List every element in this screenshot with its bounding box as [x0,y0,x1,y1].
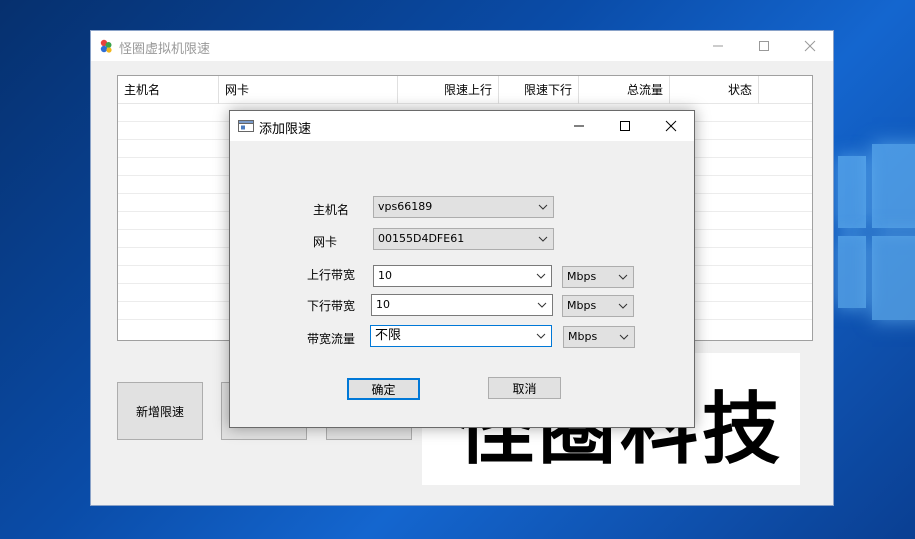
chevron-down-icon [538,236,548,242]
column-header-hostname[interactable]: 主机名 [118,76,219,104]
upload-bandwidth-label: 上行带宽 [307,268,356,282]
dialog-titlebar[interactable]: 添加限速 [230,111,694,141]
column-header-status[interactable]: 状态 [670,76,759,104]
download-unit-value: Mbps [567,299,597,312]
main-window-title: 怪圈虚拟机限速 [119,42,211,57]
chevron-down-icon [619,334,629,340]
download-bandwidth-combo[interactable]: 10 [371,294,553,316]
windows-logo-decoration [838,118,915,320]
minimize-icon [713,45,723,47]
upload-unit-value: Mbps [567,270,597,283]
add-limit-button[interactable]: 新增限速 [117,382,203,440]
chevron-down-icon [618,303,628,309]
dialog-close-button[interactable] [648,111,694,141]
traffic-limit-value: 不限 [375,328,402,343]
maximize-icon [620,121,630,131]
dialog-title: 添加限速 [259,122,312,137]
download-bandwidth-value: 10 [376,298,390,311]
column-header-download-limit[interactable]: 限速下行 [499,76,579,104]
close-icon [665,120,677,132]
nic-value: 00155D4DFE61 [378,232,465,245]
column-header-total-traffic[interactable]: 总流量 [579,76,670,104]
chevron-down-icon [538,204,548,210]
maximize-icon [759,41,769,51]
chevron-down-icon [618,274,628,280]
traffic-unit-value: Mbps [568,330,598,343]
chevron-down-icon [537,302,547,308]
traffic-limit-label: 带宽流量 [307,332,356,346]
download-unit-select[interactable]: Mbps [562,295,634,317]
host-value: vps66189 [378,200,433,213]
traffic-limit-combo[interactable]: 不限 [370,325,552,347]
upload-unit-select[interactable]: Mbps [562,266,634,288]
cancel-button[interactable]: 取消 [488,377,561,399]
maximize-button[interactable] [741,31,787,61]
host-label: 主机名 [313,203,350,217]
download-bandwidth-label: 下行带宽 [307,299,356,313]
dialog-maximize-button[interactable] [602,111,648,141]
add-limit-dialog: 添加限速 主机名 vps66189 网卡 00155D4DFE61 上行带宽 1… [229,110,695,428]
minimize-button[interactable] [695,31,741,61]
chevron-down-icon [536,333,546,339]
close-button[interactable] [787,31,833,61]
dialog-icon [238,120,254,132]
nic-label: 网卡 [313,235,338,249]
host-select[interactable]: vps66189 [373,196,554,218]
upload-bandwidth-combo[interactable]: 10 [373,265,552,287]
chevron-down-icon [536,273,546,279]
list-header: 主机名 网卡 限速上行 限速下行 总流量 状态 [118,76,812,104]
column-header-upload-limit[interactable]: 限速上行 [398,76,499,104]
close-icon [804,40,816,52]
app-icon [100,39,112,53]
dialog-minimize-button[interactable] [556,111,602,141]
nic-select[interactable]: 00155D4DFE61 [373,228,554,250]
column-header-nic[interactable]: 网卡 [219,76,398,104]
minimize-icon [574,125,584,127]
ok-button[interactable]: 确定 [347,378,420,400]
main-titlebar[interactable]: 怪圈虚拟机限速 [91,31,833,61]
upload-bandwidth-value: 10 [378,269,392,282]
traffic-unit-select[interactable]: Mbps [563,326,635,348]
